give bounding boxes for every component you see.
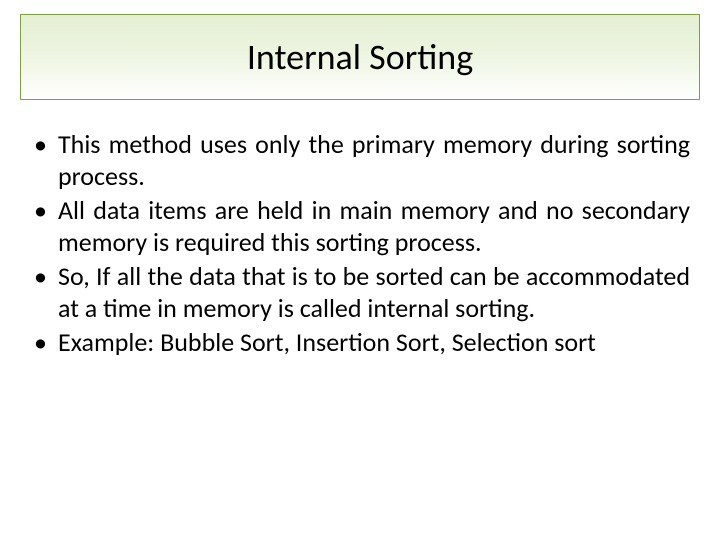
list-item: • Example: Bubble Sort, Insertion Sort, … bbox=[30, 326, 690, 358]
bullet-icon: • bbox=[30, 326, 58, 358]
list-item: • All data items are held in main memory… bbox=[30, 194, 690, 258]
list-item: • So, If all the data that is to be sort… bbox=[30, 260, 690, 324]
bullet-text: All data items are held in main memory a… bbox=[58, 194, 690, 258]
content-area: • This method uses only the primary memo… bbox=[20, 128, 700, 358]
bullet-icon: • bbox=[30, 260, 58, 292]
bullet-icon: • bbox=[30, 194, 58, 226]
bullet-text: So, If all the data that is to be sorted… bbox=[58, 260, 690, 324]
bullet-text: Example: Bubble Sort, Insertion Sort, Se… bbox=[58, 326, 690, 358]
bullet-list: • This method uses only the primary memo… bbox=[30, 128, 690, 358]
title-bar: Internal Sorting bbox=[20, 14, 700, 100]
bullet-icon: • bbox=[30, 128, 58, 160]
slide-title: Internal Sorting bbox=[247, 35, 473, 79]
bullet-text: This method uses only the primary memory… bbox=[58, 128, 690, 192]
list-item: • This method uses only the primary memo… bbox=[30, 128, 690, 192]
slide: Internal Sorting • This method uses only… bbox=[0, 0, 720, 540]
